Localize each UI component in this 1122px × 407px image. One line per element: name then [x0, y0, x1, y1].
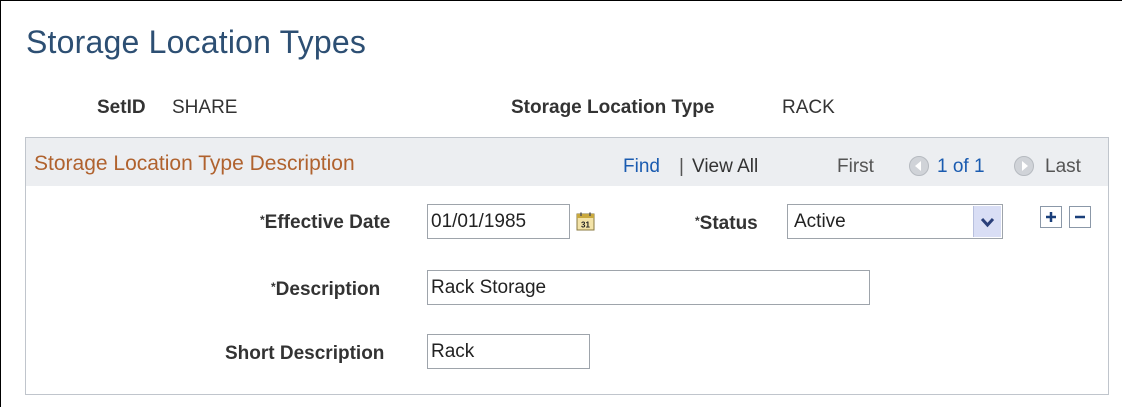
status-label-text: Status — [699, 213, 758, 234]
row-range: 1 of 1 — [937, 156, 985, 177]
status-label: *Status — [695, 213, 758, 235]
status-select[interactable]: Active — [787, 204, 1003, 239]
next-arrow-icon[interactable] — [1014, 156, 1034, 176]
calendar-icon[interactable]: 31 — [576, 212, 596, 237]
description-input[interactable] — [427, 270, 870, 305]
required-marker: * — [271, 280, 276, 294]
effective-date-label: *Effective Date — [260, 212, 390, 234]
nav-separator: | — [679, 156, 684, 177]
svg-text:31: 31 — [581, 221, 590, 230]
prev-arrow-icon[interactable] — [909, 156, 929, 176]
chevron-down-icon[interactable] — [973, 206, 1001, 237]
delete-row-button[interactable] — [1069, 206, 1091, 228]
effective-date-input[interactable] — [427, 204, 570, 239]
storage-location-type-label: Storage Location Type — [511, 97, 715, 118]
page-title: Storage Location Types — [26, 24, 367, 60]
setid-label: SetID — [97, 97, 146, 118]
find-link[interactable]: Find — [623, 156, 660, 178]
view-all-link[interactable]: View All — [692, 156, 758, 178]
first-link[interactable]: First — [837, 156, 874, 178]
page-border-left — [0, 0, 1, 407]
storage-location-type-value: RACK — [782, 97, 835, 118]
short-description-label: Short Description — [225, 343, 385, 364]
grid-title: Storage Location Type Description — [34, 152, 355, 175]
last-link[interactable]: Last — [1045, 156, 1081, 178]
effective-date-label-text: Effective Date — [264, 212, 391, 233]
setid-value: SHARE — [172, 97, 238, 118]
status-selected-value: Active — [794, 211, 846, 232]
short-description-input[interactable] — [427, 334, 590, 369]
key-fields-row: SetID SHARE Storage Location Type RACK — [0, 97, 1122, 123]
plus-icon — [1046, 212, 1056, 222]
grid-header: Storage Location Type Description Find |… — [26, 138, 1108, 186]
description-label-text: Description — [275, 279, 381, 300]
add-row-button[interactable] — [1040, 206, 1062, 228]
page-border-top — [0, 0, 1122, 1]
description-label: *Description — [271, 279, 380, 301]
required-marker: * — [260, 213, 265, 227]
minus-icon — [1075, 215, 1085, 219]
required-marker: * — [695, 214, 700, 228]
